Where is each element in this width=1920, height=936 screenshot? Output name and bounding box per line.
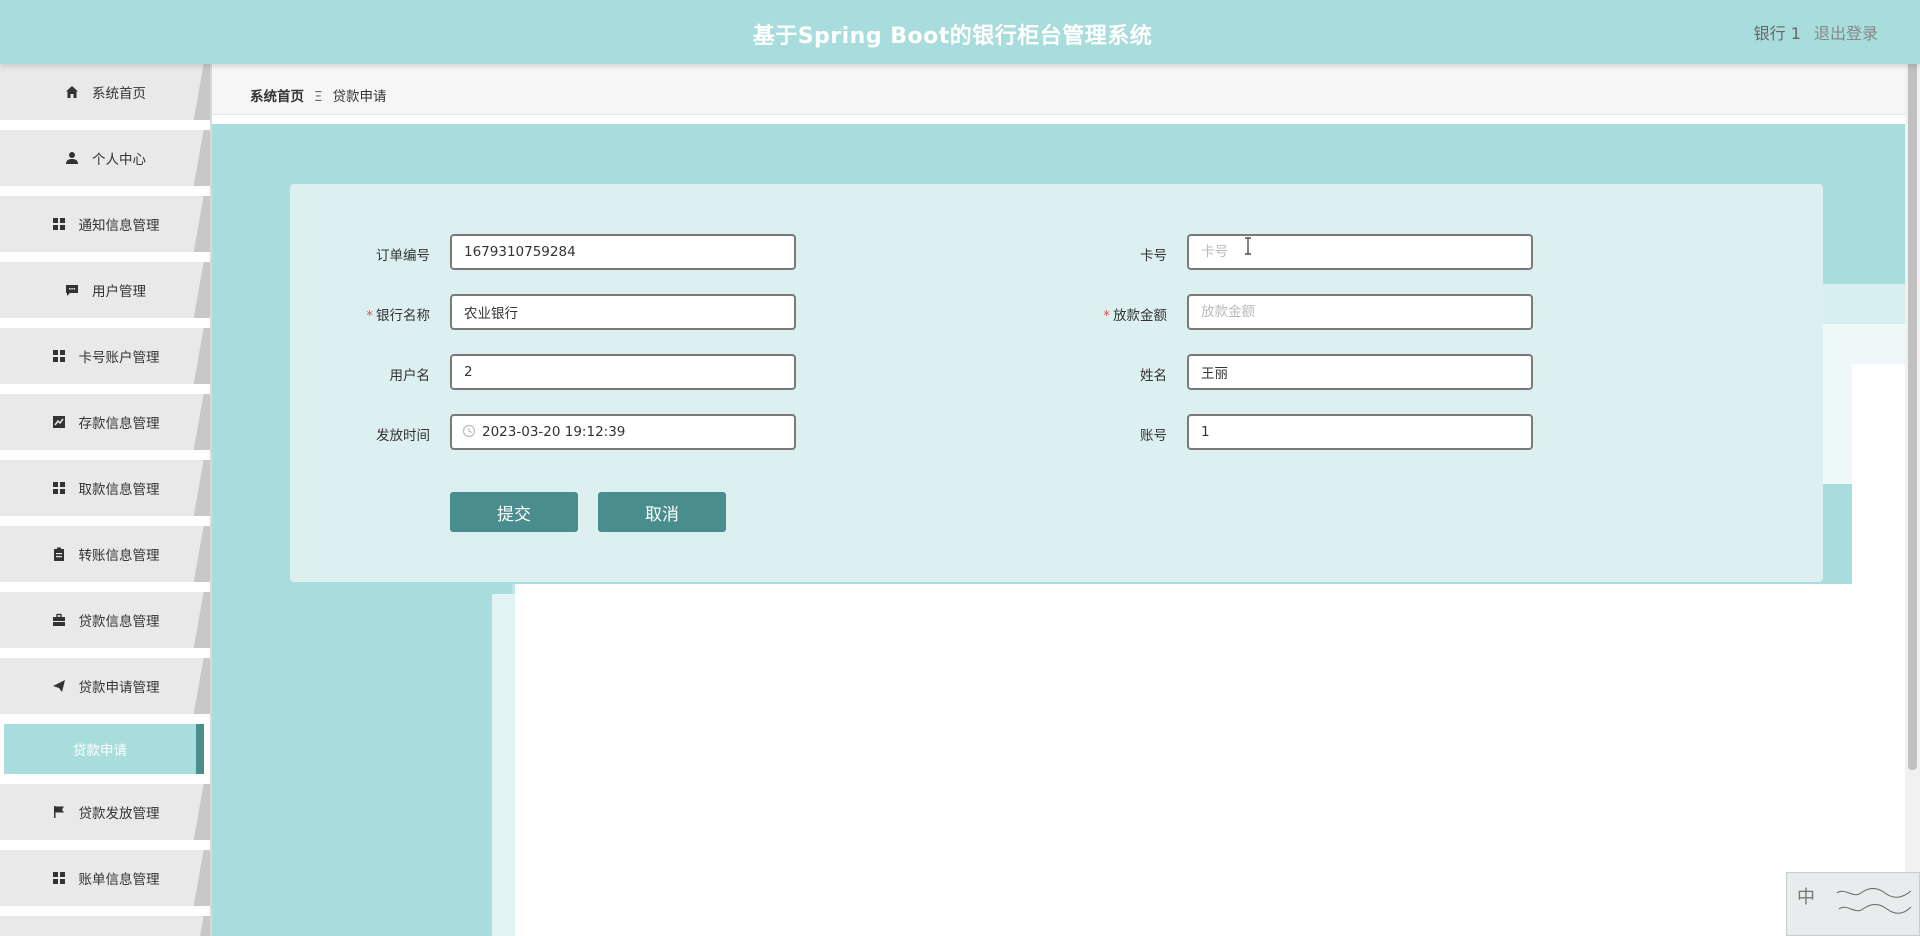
order-no-input[interactable] [450, 234, 796, 270]
send-icon [51, 678, 67, 694]
sidebar-item-card-accounts[interactable]: 卡号账户管理 [0, 328, 210, 384]
background-decoration [1852, 364, 1905, 614]
loan-amount-input[interactable] [1187, 294, 1533, 330]
top-bar: 基于Spring Boot的银行柜台管理系统 银行 1 退出登录 [0, 0, 1920, 64]
sidebar-item-users[interactable]: 用户管理 [0, 262, 210, 318]
sidebar-subitem-loan-apply[interactable]: 贷款申请 [4, 724, 204, 774]
account-no-input[interactable] [1187, 414, 1533, 450]
bank-name-label: * 银行名称 [366, 308, 430, 324]
briefcase-icon [51, 612, 67, 628]
issue-time-picker[interactable]: 2023-03-20 19:12:39 [450, 414, 796, 450]
sidebar-item-label: 卡号账户管理 [78, 350, 160, 366]
loan-amount-label: * 放款金额 [1103, 308, 1167, 324]
sidebar: 系统首页 个人中心 通知信息管理 用户管理 卡号账户管理 存款信息管理 取款信息… [0, 64, 212, 936]
breadcrumb-current: 贷款申请 [332, 89, 387, 105]
order-no-label: 订单编号 [376, 248, 430, 264]
sidebar-item-notices[interactable]: 通知信息管理 [0, 196, 210, 252]
loan-application-form: 订单编号 卡号 *银行名称 *放款金额 用户名 姓名 发放时间 2023-03-… [290, 184, 1823, 582]
sidebar-item-label: 取款信息管理 [78, 482, 160, 498]
sidebar-item-label: 个人中心 [92, 152, 146, 168]
grid-icon [51, 870, 67, 886]
chart-icon [51, 414, 67, 430]
page-scrollbar[interactable] [1905, 0, 1920, 936]
sidebar-item-loan-disbursement[interactable]: 贷款发放管理 [0, 784, 210, 840]
grid-icon [51, 480, 67, 496]
issue-time-value: 2023-03-20 19:12:39 [482, 424, 626, 440]
breadcrumb-separator: Ξ [314, 89, 323, 105]
cancel-button[interactable]: 取消 [598, 492, 726, 532]
ime-mode: 中 [1797, 887, 1815, 908]
grid-icon [51, 216, 67, 232]
sidebar-item-label: 系统首页 [92, 86, 146, 102]
clipboard-icon [51, 546, 67, 562]
sidebar-item-more[interactable] [0, 916, 210, 936]
username-input[interactable] [450, 354, 796, 390]
submit-button[interactable]: 提交 [450, 492, 578, 532]
sidebar-item-label: 贷款信息管理 [78, 614, 160, 630]
sidebar-item-loans[interactable]: 贷款信息管理 [0, 592, 210, 648]
username-label: 用户名 [389, 368, 431, 384]
sidebar-item-transfers[interactable]: 转账信息管理 [0, 526, 210, 582]
ime-candidates-icon [1835, 885, 1913, 926]
username-label: 银行 1 [1753, 24, 1801, 43]
sidebar-item-label: 用户管理 [92, 284, 146, 300]
ime-widget[interactable]: 中 [1786, 872, 1920, 936]
sidebar-subitem-label: 贷款申请 [73, 743, 127, 759]
sidebar-item-label: 贷款发放管理 [78, 806, 160, 822]
sidebar-item-deposits[interactable]: 存款信息管理 [0, 394, 210, 450]
issue-time-label: 发放时间 [376, 428, 430, 444]
flag-icon [51, 804, 67, 820]
scrollbar-thumb[interactable] [1908, 20, 1917, 770]
user-icon [64, 150, 80, 166]
chat-icon [64, 282, 80, 298]
sidebar-item-label: 通知信息管理 [78, 218, 160, 234]
sidebar-item-label: 转账信息管理 [78, 548, 160, 564]
sidebar-item-withdrawals[interactable]: 取款信息管理 [0, 460, 210, 516]
name-input[interactable] [1187, 354, 1533, 390]
required-mark: * [1103, 308, 1110, 324]
required-mark: * [366, 308, 373, 324]
breadcrumb-home[interactable]: 系统首页 [250, 89, 304, 105]
grid-icon [51, 348, 67, 364]
bank-name-input[interactable] [450, 294, 796, 330]
card-no-input[interactable] [1187, 234, 1533, 270]
sidebar-item-profile[interactable]: 个人中心 [0, 130, 210, 186]
card-no-label: 卡号 [1140, 248, 1167, 264]
clock-icon [462, 424, 476, 438]
sidebar-item-bills[interactable]: 账单信息管理 [0, 850, 210, 906]
sidebar-item-label: 存款信息管理 [78, 416, 160, 432]
logout-link[interactable]: 退出登录 [1814, 24, 1878, 43]
text-cursor-icon [1244, 237, 1252, 255]
app-title: 基于Spring Boot的银行柜台管理系统 [752, 24, 1153, 49]
sidebar-item-label: 贷款申请管理 [78, 680, 160, 696]
account-no-label: 账号 [1140, 428, 1167, 444]
breadcrumb: 系统首页 Ξ 贷款申请 [250, 85, 387, 105]
user-area: 银行 1 退出登录 [1746, 20, 1878, 44]
sidebar-item-home[interactable]: 系统首页 [0, 64, 210, 120]
name-label: 姓名 [1140, 368, 1167, 384]
home-icon [64, 84, 80, 100]
sidebar-item-label: 账单信息管理 [78, 872, 160, 888]
background-decoration [515, 584, 1905, 936]
sidebar-item-loan-applications[interactable]: 贷款申请管理 [0, 658, 210, 714]
breadcrumb-bar: 系统首页 Ξ 贷款申请 [212, 64, 1905, 115]
